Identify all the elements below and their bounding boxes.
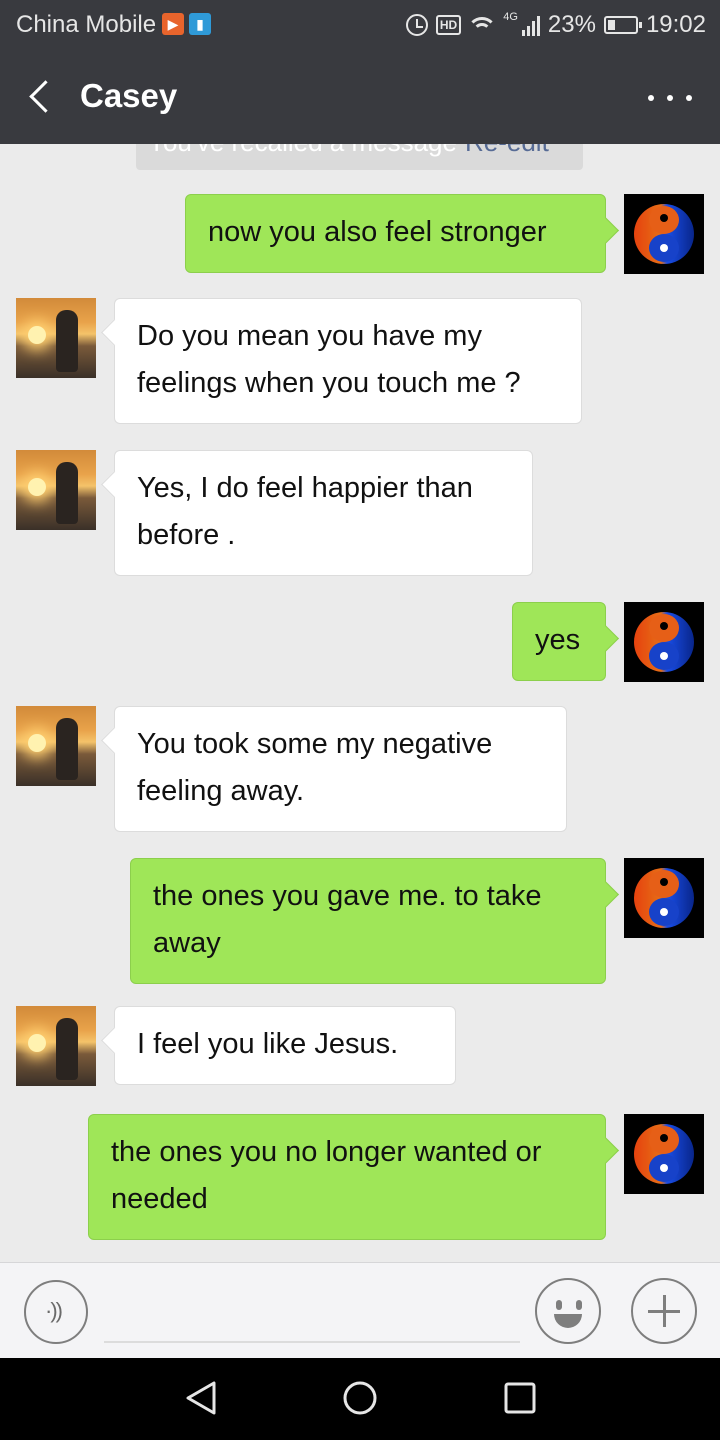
status-bar: China Mobile ▶ ▮ HD 4G 23% 19:02 [0, 0, 720, 50]
system-nav-bar [0, 1358, 720, 1440]
message-list[interactable]: You've recalled a message Re-edit now you… [0, 144, 720, 1262]
incoming-message[interactable]: You took some my negative feeling away. [114, 706, 567, 832]
outgoing-message[interactable]: the ones you no longer wanted or needed [88, 1114, 606, 1240]
nav-recent-apps-icon[interactable] [503, 1381, 537, 1415]
message-text: Yes, I do feel happier than before . [137, 472, 473, 551]
incoming-message[interactable]: Do you mean you have my feelings when yo… [114, 298, 582, 424]
re-edit-link[interactable]: Re-edit [465, 144, 549, 157]
notification-book-icon: ▮ [189, 13, 211, 35]
nav-home-icon[interactable] [342, 1380, 378, 1416]
message-text: the ones you no longer wanted or needed [111, 1136, 542, 1215]
wifi-icon [469, 15, 496, 35]
chat-header: Casey [0, 50, 720, 144]
emoji-icon[interactable] [535, 1278, 601, 1344]
carrier-name: China Mobile [16, 11, 157, 38]
my-avatar[interactable] [624, 602, 704, 682]
message-text: now you also feel stronger [208, 216, 547, 248]
message-text: Do you mean you have my feelings when yo… [137, 320, 521, 399]
battery-icon [603, 16, 642, 34]
status-icons: HD 4G 23% 19:02 [405, 11, 706, 39]
outgoing-message[interactable]: yes [512, 602, 606, 681]
hd-icon: HD [435, 15, 462, 35]
clock: 19:02 [645, 11, 706, 38]
incoming-message[interactable]: Yes, I do feel happier than before . [114, 450, 533, 576]
outgoing-message[interactable]: the ones you gave me. to take away [130, 858, 606, 984]
message-text: the ones you gave me. to take away [153, 880, 542, 959]
message-text: yes [535, 624, 581, 656]
message-input[interactable] [104, 1283, 520, 1343]
signal-icon [521, 14, 540, 36]
recall-notice-text: You've recalled a message [148, 144, 457, 157]
contact-avatar[interactable] [16, 1006, 96, 1086]
more-dots-icon[interactable] [648, 87, 692, 109]
voice-icon[interactable]: ·)) [24, 1280, 88, 1344]
my-avatar[interactable] [624, 858, 704, 938]
plus-icon[interactable] [631, 1278, 697, 1344]
contact-avatar[interactable] [16, 298, 96, 378]
network-type: 4G [503, 11, 518, 23]
my-avatar[interactable] [624, 194, 704, 274]
my-avatar[interactable] [624, 1114, 704, 1194]
incoming-message[interactable]: I feel you like Jesus. [114, 1006, 456, 1085]
input-bar: ·)) [0, 1262, 720, 1358]
contact-avatar[interactable] [16, 450, 96, 530]
battery-percent: 23% [547, 11, 596, 38]
notification-app-icon: ▶ [162, 13, 184, 35]
message-text: I feel you like Jesus. [137, 1028, 399, 1060]
contact-avatar[interactable] [16, 706, 96, 786]
nav-back-icon[interactable] [184, 1380, 218, 1416]
outgoing-message[interactable]: now you also feel stronger [185, 194, 606, 273]
back-chevron-icon[interactable] [22, 77, 62, 117]
chat-title: Casey [80, 77, 178, 114]
message-text: You took some my negative feeling away. [137, 728, 493, 807]
recall-notice: You've recalled a message Re-edit [136, 144, 583, 170]
alarm-icon [405, 14, 428, 36]
